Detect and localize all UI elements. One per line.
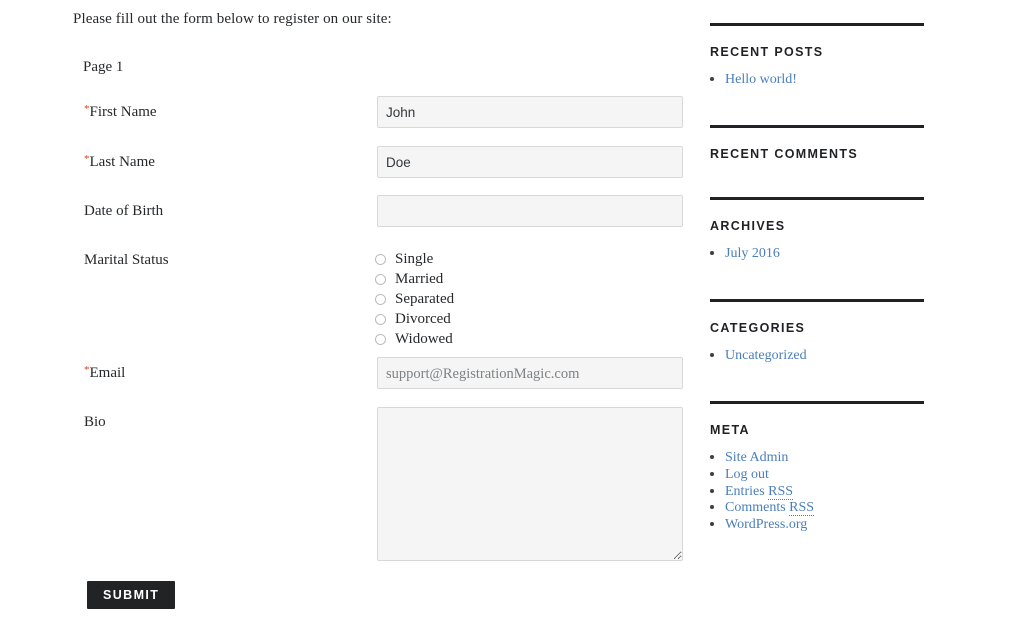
required-marker-icon: * [84,364,90,376]
widget-title: Archives [710,219,786,233]
required-marker-icon: * [84,103,90,115]
label-text: First Name [89,104,157,120]
widget-categories: Categories Uncategorized [710,299,924,365]
radio-circle-icon[interactable] [375,253,386,265]
label-text: Email [89,365,126,381]
link-site-admin[interactable]: Site Admin [725,450,788,465]
link-uncategorized[interactable]: Uncategorized [725,348,807,363]
label-date-of-birth: Date of Birth [84,203,164,219]
control-email [377,357,683,389]
list-item: Entries RSS [725,483,924,500]
link-text: Entries RSS [725,483,794,500]
registration-page: Please fill out the form below to regist… [0,0,1024,626]
radio-option-divorced[interactable]: Divorced [375,309,454,329]
radio-label: Married [395,270,444,287]
link-hello-world[interactable]: Hello world! [725,72,797,87]
radio-circle-icon[interactable] [375,313,386,325]
widget-divider [710,401,924,404]
label-first-name: *First Name [84,103,157,121]
rss-abbr: RSS [789,500,815,517]
radio-label: Single [395,250,434,267]
control-bio [377,407,683,561]
list-item: Comments RSS [725,500,924,517]
bio-textarea[interactable] [377,407,683,561]
list-item: July 2016 [725,246,924,262]
widget-recent-posts: Recent Posts Hello world! [710,23,924,89]
widget-divider [710,299,924,302]
submit-button[interactable]: Submit [87,581,176,609]
list-item: Hello world! [725,72,924,88]
marital-status-radio-group[interactable]: Single Married Separated Divorced Widowe [375,249,454,349]
widget-divider [710,197,924,200]
first-name-input[interactable] [377,96,683,128]
widget-title: Recent Comments [710,147,859,161]
widget-divider [710,23,924,26]
link-text: Comments RSS [725,500,815,517]
form-intro-text: Please fill out the form below to regist… [73,11,392,27]
list-item: Uncategorized [725,348,924,364]
list-item: WordPress.org [725,517,924,533]
required-marker-icon: * [84,153,90,165]
label-last-name: *Last Name [84,153,155,171]
control-first-name [377,96,683,128]
radio-label: Divorced [395,310,451,327]
widget-archives: Archives July 2016 [710,197,924,263]
widget-divider [710,125,924,128]
radio-circle-icon[interactable] [375,333,386,345]
link-wordpress-org[interactable]: WordPress.org [725,517,807,532]
radio-option-widowed[interactable]: Widowed [375,329,454,349]
link-log-out[interactable]: Log out [725,467,769,482]
radio-circle-icon[interactable] [375,293,386,305]
form-column: Please fill out the form below to regist… [0,0,700,626]
widget-title: Meta [710,423,750,437]
widget-title: Categories [710,321,806,335]
radio-label: Widowed [395,330,453,347]
date-of-birth-input[interactable] [377,195,683,227]
radio-label: Separated [395,290,455,307]
list-item: Site Admin [725,450,924,466]
widget-list: July 2016 [710,246,924,262]
label-marital-status: Marital Status [84,252,169,268]
radio-circle-icon[interactable] [375,273,386,285]
radio-option-separated[interactable]: Separated [375,289,454,309]
label-email: *Email [84,364,126,382]
form-page-label: Page 1 [83,59,124,75]
rss-abbr: RSS [768,483,794,500]
widget-list: Hello world! [710,72,924,88]
label-bio: Bio [84,414,106,430]
list-item: Log out [725,467,924,483]
widget-recent-comments: Recent Comments [710,125,924,161]
link-july-2016[interactable]: July 2016 [725,246,780,261]
widget-title: Recent Posts [710,45,824,59]
control-date-of-birth [377,195,683,227]
control-last-name [377,146,683,178]
link-comments-rss[interactable]: Comments RSS [725,500,815,517]
label-text: Last Name [89,154,155,170]
email-input[interactable] [377,357,683,389]
radio-option-single[interactable]: Single [375,249,454,269]
last-name-input[interactable] [377,146,683,178]
radio-option-married[interactable]: Married [375,269,454,289]
widget-meta: Meta Site Admin Log out Entries RSS Comm… [710,401,924,534]
widget-list: Site Admin Log out Entries RSS Comments … [710,450,924,533]
link-entries-rss[interactable]: Entries RSS [725,483,794,500]
widget-list: Uncategorized [710,348,924,364]
